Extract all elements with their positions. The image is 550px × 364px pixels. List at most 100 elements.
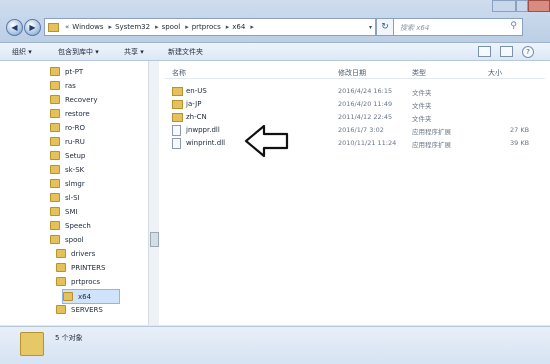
crumb-windows[interactable]: Windows xyxy=(72,23,103,31)
search-input[interactable]: 搜索 x64 ⚲ xyxy=(393,18,523,36)
crumb-system32[interactable]: System32 xyxy=(115,23,150,31)
crumb-separator-icon: ▸ xyxy=(225,23,230,31)
file-name: zh-CN xyxy=(186,113,207,121)
nav-item-speech[interactable]: Speech xyxy=(50,219,91,232)
nav-item-label: sl-SI xyxy=(65,193,80,202)
folder-icon xyxy=(50,221,60,230)
file-row[interactable]: jnwppr.dll 2016/1/7 3:02 应用程序扩展 27 KB xyxy=(172,124,542,136)
file-row[interactable]: zh-CN 2011/4/12 22:45 文件夹 xyxy=(172,111,542,123)
view-options-icon[interactable] xyxy=(478,46,491,57)
nav-scrollbar-thumb[interactable] xyxy=(150,232,159,247)
file-name: winprint.dll xyxy=(186,139,226,147)
nav-item-restore[interactable]: restore xyxy=(50,107,90,120)
crumb-separator-icon: ▸ xyxy=(250,23,254,31)
back-button[interactable]: ◀ xyxy=(6,19,23,36)
help-icon[interactable]: ? xyxy=(522,46,534,58)
nav-item-label: Speech xyxy=(65,221,91,230)
include-in-library-button[interactable]: 包含到库中 ▾ xyxy=(58,47,99,57)
nav-item-label: spool xyxy=(65,235,84,244)
pointer-arrow-icon xyxy=(244,124,289,158)
dll-file-icon xyxy=(172,138,181,149)
folder-icon xyxy=(50,67,60,76)
nav-item-label: ru-RU xyxy=(65,137,85,146)
forward-arrow-icon: ▶ xyxy=(29,23,36,32)
nav-item-setup[interactable]: Setup xyxy=(50,149,85,162)
nav-item-slmgr[interactable]: slmgr xyxy=(50,177,85,190)
forward-button[interactable]: ▶ xyxy=(24,19,41,36)
folder-icon xyxy=(50,137,60,146)
crumb-prtprocs[interactable]: prtprocs xyxy=(192,23,221,31)
nav-item-ro-ro[interactable]: ro-RO xyxy=(50,121,85,134)
status-bar: 5 个对象 xyxy=(0,326,550,364)
address-bar[interactable]: « Windows ▸ System32 ▸ spool ▸ prtprocs … xyxy=(44,18,376,36)
file-modified: 2011/4/12 22:45 xyxy=(338,113,393,121)
folder-icon xyxy=(172,100,183,109)
nav-item-label: ras xyxy=(65,81,76,90)
folder-icon xyxy=(172,87,183,96)
nav-item-label: pt-PT xyxy=(65,67,84,76)
nav-item-label: PRINTERS xyxy=(71,263,106,272)
file-row[interactable]: en-US 2016/4/24 16:15 文件夹 xyxy=(172,85,542,97)
crumb-x64[interactable]: x64 xyxy=(232,23,245,31)
crumb-separator-icon: ▸ xyxy=(108,23,113,31)
nav-item-sk-sk[interactable]: sk-SK xyxy=(50,163,84,176)
header-divider xyxy=(165,78,545,79)
organize-button[interactable]: 组织 ▾ xyxy=(12,47,32,57)
history-chevron[interactable]: « xyxy=(65,23,69,31)
address-dropdown-icon[interactable]: ▾ xyxy=(369,24,372,31)
file-size: 39 KB xyxy=(510,139,530,147)
folder-icon xyxy=(50,123,60,132)
nav-item-prtprocs[interactable]: prtprocs xyxy=(56,275,100,288)
folder-icon xyxy=(50,207,60,216)
new-folder-button[interactable]: 新建文件夹 xyxy=(168,47,203,57)
nav-item-label: drivers xyxy=(71,249,96,258)
column-header-type[interactable]: 类型 xyxy=(412,68,426,78)
folder-icon xyxy=(63,292,73,301)
file-modified: 2016/4/20 11:49 xyxy=(338,100,393,108)
nav-item-sl-si[interactable]: sl-SI xyxy=(50,191,80,204)
nav-item-ras[interactable]: ras xyxy=(50,79,76,92)
nav-item-drivers[interactable]: drivers xyxy=(56,247,95,260)
nav-scrollbar[interactable] xyxy=(148,61,159,325)
preview-pane-icon[interactable] xyxy=(500,46,513,57)
nav-item-printers[interactable]: PRINTERS xyxy=(56,261,105,274)
folder-icon xyxy=(56,277,66,286)
nav-item-servers[interactable]: SERVERS xyxy=(56,303,103,316)
nav-item-x64[interactable]: x64 xyxy=(62,289,121,304)
nav-item-label: Recovery xyxy=(65,95,98,104)
file-row[interactable]: winprint.dll 2010/11/21 11:24 应用程序扩展 39 … xyxy=(172,137,542,149)
nav-item-label: x64 xyxy=(78,292,92,301)
nav-item-recovery[interactable]: Recovery xyxy=(50,93,97,106)
share-button[interactable]: 共享 ▾ xyxy=(124,47,144,57)
file-modified: 2016/4/24 16:15 xyxy=(338,87,393,95)
folder-icon xyxy=(50,193,60,202)
folder-icon xyxy=(50,179,60,188)
close-button[interactable] xyxy=(528,0,550,12)
explorer-window: ◀ ▶ « Windows ▸ System32 ▸ spool ▸ prtpr… xyxy=(0,0,550,364)
column-header-size[interactable]: 大小 xyxy=(488,68,502,78)
nav-item-label: Setup xyxy=(65,151,86,160)
nav-item-pt-pt[interactable]: pt-PT xyxy=(50,65,83,78)
file-name: jnwppr.dll xyxy=(186,126,220,134)
nav-item-label: ro-RO xyxy=(65,123,86,132)
maximize-button[interactable] xyxy=(516,0,528,12)
crumb-spool[interactable]: spool xyxy=(162,23,181,31)
navigation-pane: pt-PT ras Recovery restore ro-RO ru-RU S… xyxy=(0,61,159,325)
folder-icon xyxy=(56,263,66,272)
minimize-button[interactable] xyxy=(492,0,516,12)
refresh-button[interactable]: ↻ xyxy=(376,18,394,36)
nav-item-ru-ru[interactable]: ru-RU xyxy=(50,135,85,148)
column-header-name[interactable]: 名称 xyxy=(172,68,186,78)
folder-icon xyxy=(50,235,60,244)
search-placeholder: 搜索 x64 xyxy=(400,24,430,32)
file-row[interactable]: ja-JP 2016/4/20 11:49 文件夹 xyxy=(172,98,542,110)
folder-icon xyxy=(50,109,60,118)
file-modified: 2016/1/7 3:02 xyxy=(338,126,384,134)
refresh-icon: ↻ xyxy=(381,22,389,32)
nav-item-spool[interactable]: spool xyxy=(50,233,84,246)
back-arrow-icon: ◀ xyxy=(11,23,18,32)
folder-icon xyxy=(50,95,60,104)
crumb-separator-icon: ▸ xyxy=(185,23,189,31)
column-header-modified[interactable]: 修改日期 xyxy=(338,68,366,78)
nav-item-smi[interactable]: SMI xyxy=(50,205,78,218)
